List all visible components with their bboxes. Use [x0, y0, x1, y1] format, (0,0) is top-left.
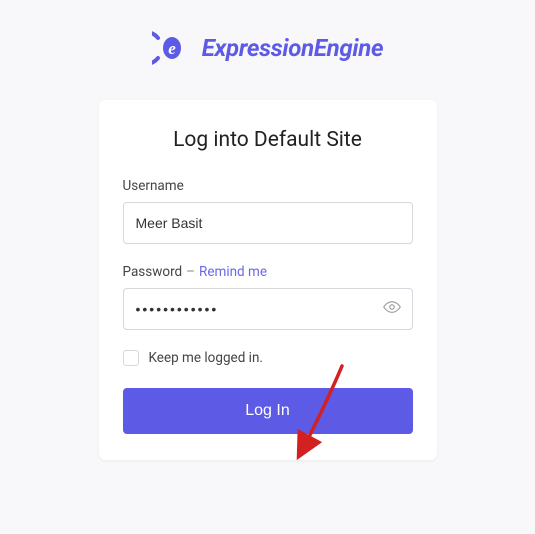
password-input-wrap: [123, 288, 413, 330]
username-input[interactable]: [123, 202, 413, 244]
expressionengine-logo-icon: e: [152, 28, 192, 68]
brand-name: ExpressionEngine: [202, 34, 384, 62]
username-label: Username: [123, 178, 413, 194]
show-password-icon[interactable]: [383, 298, 401, 320]
password-input[interactable]: [123, 288, 413, 330]
password-label-row: Password – Remind me: [123, 264, 413, 280]
remind-me-link[interactable]: Remind me: [199, 264, 267, 280]
login-button[interactable]: Log In: [123, 388, 413, 434]
remember-row: Keep me logged in.: [123, 350, 413, 366]
password-field-group: Password – Remind me: [123, 264, 413, 330]
login-card: Log into Default Site Username Password …: [99, 100, 437, 460]
label-separator: –: [186, 264, 195, 280]
brand-header: e ExpressionEngine: [152, 28, 384, 68]
remember-label: Keep me logged in.: [149, 350, 263, 366]
username-field-group: Username: [123, 178, 413, 244]
svg-text:e: e: [168, 39, 176, 58]
card-title: Log into Default Site: [123, 128, 413, 152]
remember-checkbox[interactable]: [123, 350, 139, 366]
password-label: Password: [123, 264, 183, 280]
